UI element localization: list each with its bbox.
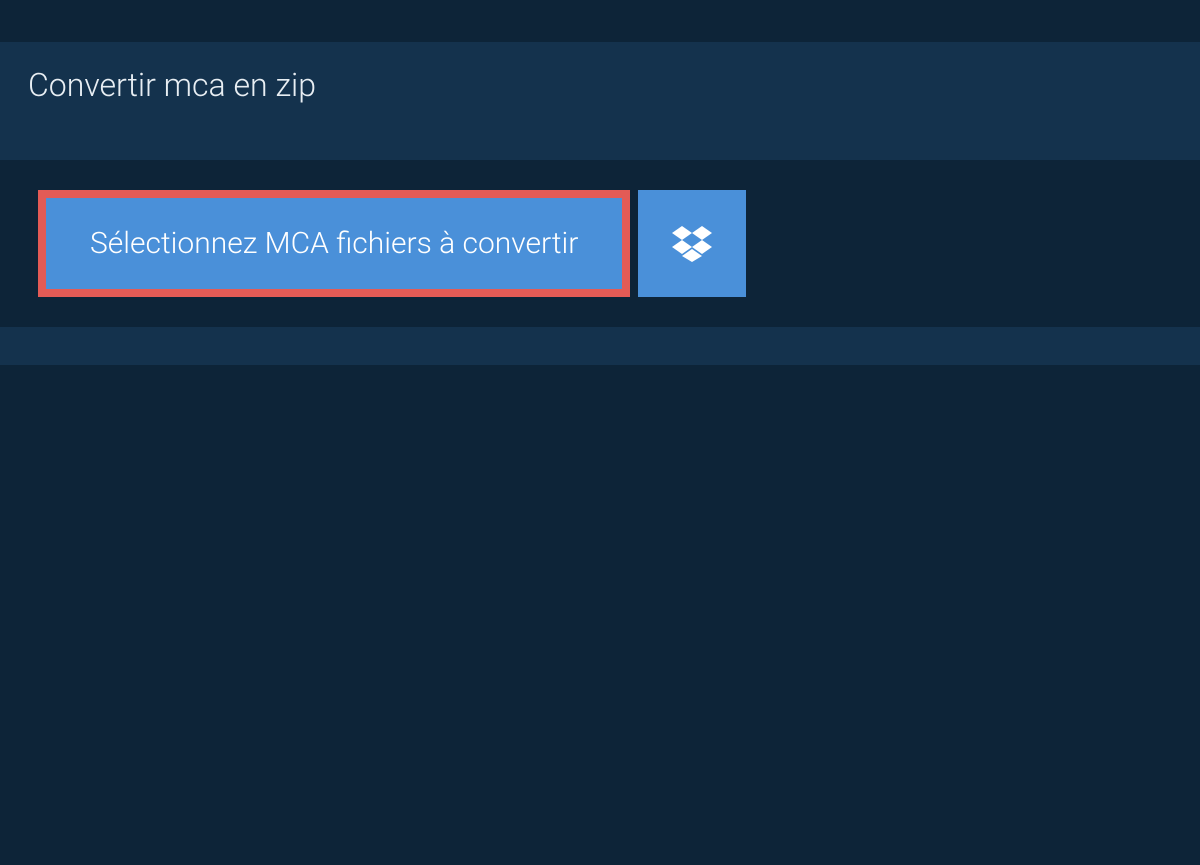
tab-convert[interactable]: Convertir mca en zip <box>0 42 350 130</box>
select-files-label: Sélectionnez MCA fichiers à convertir <box>90 226 578 261</box>
tab-title: Convertir mca en zip <box>28 66 316 104</box>
tab-container: Convertir mca en zip <box>0 42 1200 130</box>
button-row: Sélectionnez MCA fichiers à convertir <box>38 190 1200 297</box>
bottom-strip <box>0 365 1200 865</box>
upload-panel: Sélectionnez MCA fichiers à convertir <box>0 160 1200 327</box>
dropbox-icon <box>672 226 712 262</box>
top-strip <box>0 0 1200 42</box>
select-files-button[interactable]: Sélectionnez MCA fichiers à convertir <box>38 190 630 297</box>
dropbox-button[interactable] <box>638 190 746 297</box>
